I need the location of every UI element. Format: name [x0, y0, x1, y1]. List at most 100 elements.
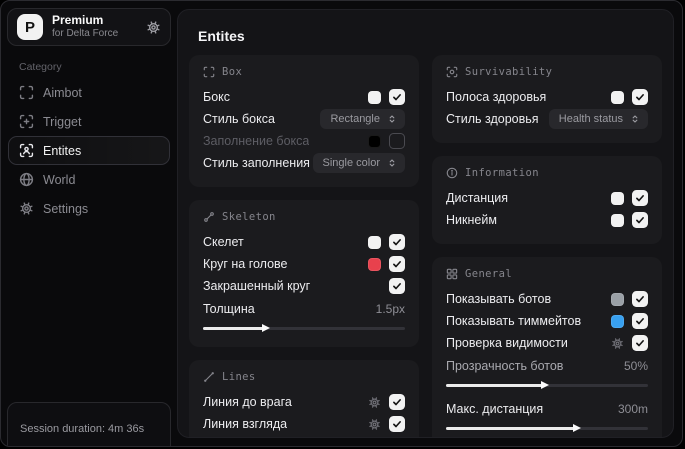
- setting-controls: [611, 89, 648, 105]
- panel-header: Information: [446, 167, 648, 179]
- setting-controls: [611, 313, 648, 329]
- select-value: Rectangle: [330, 113, 380, 125]
- brand-card: P Premium for Delta Force: [7, 8, 171, 46]
- sidebar-item-entites[interactable]: Entites: [8, 136, 170, 165]
- setting-label: Толщина: [203, 302, 255, 316]
- select-dropdown[interactable]: Rectangle: [320, 109, 405, 129]
- checkbox[interactable]: [632, 89, 648, 105]
- setting-controls: [611, 335, 648, 351]
- main-panel: Entites Box Бокс Стиль бокса Rectangle Запол…: [177, 9, 674, 438]
- panel-lines: Lines Линия до врага Линия взгляда: [189, 360, 419, 437]
- setting-label: Макс. дистанция: [446, 402, 544, 416]
- person-scan-icon: [446, 66, 458, 78]
- panel-columns: Box Бокс Стиль бокса Rectangle Заполнение бо…: [187, 55, 664, 437]
- checkbox[interactable]: [389, 394, 405, 410]
- panel-title: Survivability: [465, 66, 553, 78]
- panel-title: Lines: [222, 371, 256, 383]
- setting-gear-icon[interactable]: [611, 337, 624, 350]
- setting-row: Круг на голове: [203, 253, 405, 275]
- color-swatch[interactable]: [611, 191, 624, 205]
- setting-label: Показывать ботов: [446, 292, 552, 306]
- slider-value: 50%: [623, 359, 648, 373]
- color-swatch[interactable]: [368, 257, 381, 271]
- select-value: Single color: [322, 157, 380, 169]
- chevrons-up-down-icon: [386, 113, 398, 125]
- setting-controls: [389, 278, 405, 294]
- sidebar-item-settings[interactable]: Settings: [8, 194, 170, 223]
- color-swatch[interactable]: [368, 134, 381, 148]
- session-duration: Session duration: 4m 36s: [7, 402, 171, 446]
- color-swatch[interactable]: [611, 90, 624, 104]
- setting-controls: [611, 212, 648, 228]
- setting-row: Показывать ботов: [446, 288, 648, 310]
- setting-label: Стиль бокса: [203, 112, 275, 126]
- gear-icon[interactable]: [146, 20, 161, 35]
- color-swatch[interactable]: [611, 213, 624, 227]
- box-scan-icon: [203, 66, 215, 78]
- slider-thumb[interactable]: [261, 324, 270, 332]
- slider-thumb[interactable]: [540, 381, 549, 389]
- select-dropdown[interactable]: Single color: [312, 153, 405, 173]
- setting-label: Полоса здоровья: [446, 90, 547, 104]
- sidebar-item-label: World: [43, 172, 76, 187]
- setting-controls: [611, 291, 648, 307]
- setting-label: Стиль здоровья: [446, 112, 539, 126]
- setting-row: Толщина 1.5px: [203, 298, 405, 320]
- checkbox[interactable]: [389, 89, 405, 105]
- setting-label: Заполнение бокса: [203, 134, 310, 148]
- checkbox[interactable]: [389, 256, 405, 272]
- setting-gear-icon[interactable]: [368, 396, 381, 409]
- slider-value: 1.5px: [375, 302, 405, 316]
- column-right: Survivability Полоса здоровья Стиль здоров…: [432, 55, 662, 437]
- info-icon: [446, 167, 458, 179]
- color-swatch[interactable]: [611, 314, 624, 328]
- setting-controls: [368, 133, 405, 149]
- gear-icon: [19, 201, 34, 216]
- slider-control[interactable]: [446, 422, 648, 434]
- sidebar-item-label: Settings: [43, 201, 89, 216]
- checkbox[interactable]: [389, 416, 405, 432]
- slider-control[interactable]: [446, 379, 648, 391]
- setting-row: Закрашенный круг: [203, 275, 405, 297]
- checkbox[interactable]: [632, 291, 648, 307]
- grid-icon: [446, 268, 458, 280]
- setting-controls: [368, 416, 405, 432]
- panel-header: Skeleton: [203, 211, 405, 223]
- setting-label: Скелет: [203, 235, 244, 249]
- sidebar-item-aimbot[interactable]: Aimbot: [8, 78, 170, 107]
- brand-title: Premium: [52, 13, 104, 28]
- setting-controls: [368, 394, 405, 410]
- checkbox[interactable]: [389, 278, 405, 294]
- category-label: Category: [19, 61, 62, 73]
- setting-label: Проверка видимости: [446, 336, 568, 350]
- setting-row: Показывать тиммейтов: [446, 310, 648, 332]
- slider-thumb[interactable]: [573, 424, 582, 432]
- color-swatch[interactable]: [368, 235, 381, 249]
- panel-title: Box: [222, 66, 243, 78]
- checkbox[interactable]: [389, 234, 405, 250]
- panel-title: Information: [465, 167, 539, 179]
- panel-box: Box Бокс Стиль бокса Rectangle Заполнение бо…: [189, 55, 419, 187]
- page-title: Entites: [198, 28, 245, 44]
- setting-controls: [611, 190, 648, 206]
- checkbox[interactable]: [632, 313, 648, 329]
- slider-setting: Макс. дистанция 300m: [446, 398, 648, 434]
- sidebar-item-trigget[interactable]: Trigget: [8, 107, 170, 136]
- checkbox[interactable]: [632, 335, 648, 351]
- setting-gear-icon[interactable]: [368, 418, 381, 431]
- panel-header: Lines: [203, 371, 405, 383]
- slider-setting: Прозрачность ботов 50%: [446, 355, 648, 391]
- setting-row: Дистанция: [446, 187, 648, 209]
- setting-label: Стиль заполнения: [203, 156, 310, 170]
- color-swatch[interactable]: [368, 90, 381, 104]
- setting-controls: Health status: [548, 109, 648, 129]
- select-dropdown[interactable]: Health status: [548, 109, 648, 129]
- color-swatch[interactable]: [611, 292, 624, 306]
- panel-title: Skeleton: [222, 211, 276, 223]
- bone-icon: [203, 211, 215, 223]
- checkbox[interactable]: [632, 190, 648, 206]
- slider-control[interactable]: [203, 322, 405, 334]
- checkbox[interactable]: [389, 133, 405, 149]
- sidebar-item-world[interactable]: World: [8, 165, 170, 194]
- checkbox[interactable]: [632, 212, 648, 228]
